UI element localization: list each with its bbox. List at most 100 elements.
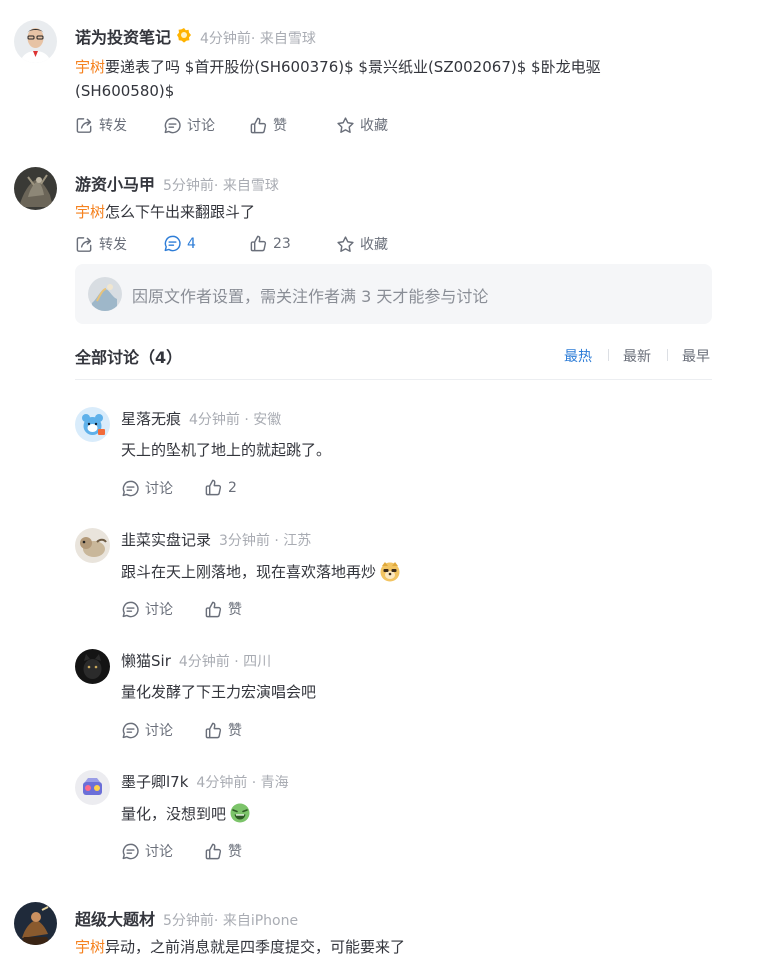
favorite-button[interactable]: 收藏 xyxy=(336,234,388,254)
doge-emoji-icon xyxy=(379,560,401,582)
like-count: 2 xyxy=(228,479,237,496)
like-icon xyxy=(249,234,268,253)
discussion-header: 全部讨论（4） 最热 最新 最早 xyxy=(75,344,712,380)
discussion-restriction-notice: 因原文作者设置，需关注作者满 3 天才能参与讨论 xyxy=(75,264,712,324)
reply-content: 天上的坠机了地上的就起跳了。 xyxy=(121,439,331,460)
discussion-title: 全部讨论（4） xyxy=(75,348,183,367)
like-count: 23 xyxy=(273,235,291,252)
like-label: 赞 xyxy=(228,602,242,618)
notice-text: 因原文作者设置，需关注作者满 3 天才能参与讨论 xyxy=(132,287,489,306)
post-content: 宇树怎么下午出来翻跟斗了 xyxy=(75,200,675,224)
reply-meta: 4分钟前 · 安徽 xyxy=(189,412,282,428)
reply-author[interactable]: 懒猫Sir xyxy=(121,650,171,671)
mention-link[interactable]: 宇树 xyxy=(75,203,105,221)
like-icon xyxy=(204,478,223,497)
comment-icon xyxy=(163,116,182,135)
sort-hot-tab[interactable]: 最热 xyxy=(564,346,592,366)
like-icon xyxy=(204,600,223,619)
mention-link[interactable]: 宇树 xyxy=(75,938,105,956)
divider xyxy=(667,349,668,361)
reply-text: 跟斗在天上刚落地，现在喜欢落地再炒 xyxy=(121,562,377,581)
sort-old-tab[interactable]: 最早 xyxy=(682,346,710,366)
avatar[interactable] xyxy=(14,167,57,210)
laughing-emoji-icon xyxy=(229,802,251,824)
sort-new-tab[interactable]: 最新 xyxy=(623,346,651,366)
like-button[interactable]: 23 xyxy=(249,234,291,253)
forward-icon xyxy=(75,235,94,254)
reply-content: 跟斗在天上刚落地，现在喜欢落地再炒 xyxy=(121,560,401,582)
post-content: 宇树要递表了吗 $首开股份(SH600376)$ $景兴纸业(SZ002067)… xyxy=(75,55,675,103)
like-button[interactable]: 赞 xyxy=(204,720,242,740)
discuss-button[interactable]: 讨论 xyxy=(121,599,173,619)
favorite-button[interactable]: 收藏 xyxy=(336,115,388,135)
like-icon xyxy=(249,116,268,135)
post-header: 诺为投资笔记 4分钟前· 来自雪球 xyxy=(75,24,316,48)
reply-meta: 4分钟前 · 青海 xyxy=(196,775,289,791)
discuss-button[interactable]: 讨论 xyxy=(163,115,215,135)
avatar[interactable] xyxy=(75,528,110,563)
forward-button[interactable]: 转发 xyxy=(75,115,127,135)
verified-badge-icon xyxy=(176,27,192,43)
post-meta: 5分钟前· 来自雪球 xyxy=(163,178,279,194)
like-icon xyxy=(204,721,223,740)
avatar[interactable] xyxy=(14,20,57,63)
like-button[interactable]: 赞 xyxy=(204,599,242,619)
favorite-label: 收藏 xyxy=(360,237,388,253)
avatar[interactable] xyxy=(75,407,110,442)
comment-icon xyxy=(163,234,182,253)
star-icon xyxy=(336,116,355,135)
reply-text: 量化，没想到吧 xyxy=(121,804,227,823)
reply-header: 韭菜实盘记录 3分钟前 · 江苏 xyxy=(121,529,311,550)
avatar xyxy=(88,277,122,311)
discuss-button[interactable]: 4 xyxy=(163,234,196,253)
post-header: 超级大题材 5分钟前· 来自iPhone xyxy=(75,906,298,930)
discuss-label: 讨论 xyxy=(145,723,173,739)
avatar[interactable] xyxy=(75,770,110,805)
discuss-button[interactable]: 讨论 xyxy=(121,841,173,861)
reply-content: 量化发酵了下王力宏演唱会吧 xyxy=(121,681,316,702)
comment-icon xyxy=(121,479,140,498)
reply-author[interactable]: 韭菜实盘记录 xyxy=(121,529,211,550)
post-text: 要递表了吗 $首开股份(SH600376)$ $景兴纸业(SZ002067)$ … xyxy=(75,58,601,100)
discuss-label: 讨论 xyxy=(145,844,173,860)
post-header: 游资小马甲 5分钟前· 来自雪球 xyxy=(75,171,279,195)
author-name[interactable]: 游资小马甲 xyxy=(75,171,155,195)
discuss-count: 4 xyxy=(187,235,196,252)
discuss-label: 讨论 xyxy=(145,602,173,618)
reply-meta: 3分钟前 · 江苏 xyxy=(219,533,312,549)
forward-label: 转发 xyxy=(99,237,127,253)
avatar[interactable] xyxy=(14,902,57,945)
divider xyxy=(608,349,609,361)
post-text: 怎么下午出来翻跟斗了 xyxy=(105,203,256,221)
reply-text: 天上的坠机了地上的就起跳了。 xyxy=(121,441,332,459)
reply-header: 星落无痕 4分钟前 · 安徽 xyxy=(121,408,281,429)
discuss-button[interactable]: 讨论 xyxy=(121,478,173,498)
post-content: 宇树异动，之前消息就是四季度提交，可能要来了 xyxy=(75,935,675,959)
reply-header: 墨子卿l7k 4分钟前 · 青海 xyxy=(121,771,289,792)
forward-label: 转发 xyxy=(99,118,127,134)
comment-icon xyxy=(121,721,140,740)
reply-author[interactable]: 墨子卿l7k xyxy=(121,771,188,792)
mention-link[interactable]: 宇树 xyxy=(75,58,105,76)
reply-meta: 4分钟前 · 四川 xyxy=(178,654,272,670)
author-name[interactable]: 超级大题材 xyxy=(75,906,155,930)
reply-header: 懒猫Sir 4分钟前 · 四川 xyxy=(121,650,271,671)
discuss-button[interactable]: 讨论 xyxy=(121,720,173,740)
reply-text: 量化发酵了下王力宏演唱会吧 xyxy=(121,683,317,701)
favorite-label: 收藏 xyxy=(360,118,388,134)
like-label: 赞 xyxy=(273,118,287,134)
post-text: 异动，之前消息就是四季度提交，可能要来了 xyxy=(105,938,406,956)
forward-button[interactable]: 转发 xyxy=(75,234,127,254)
reply-author[interactable]: 星落无痕 xyxy=(121,408,181,429)
author-name[interactable]: 诺为投资笔记 xyxy=(75,24,171,48)
like-button[interactable]: 赞 xyxy=(249,115,287,135)
post-meta: 4分钟前· 来自雪球 xyxy=(200,31,316,47)
like-label: 赞 xyxy=(228,723,242,739)
discuss-label: 讨论 xyxy=(145,481,173,497)
like-button[interactable]: 赞 xyxy=(204,841,242,861)
like-button[interactable]: 2 xyxy=(204,478,237,497)
avatar[interactable] xyxy=(75,649,110,684)
like-icon xyxy=(204,842,223,861)
forward-icon xyxy=(75,116,94,135)
comment-icon xyxy=(121,600,140,619)
